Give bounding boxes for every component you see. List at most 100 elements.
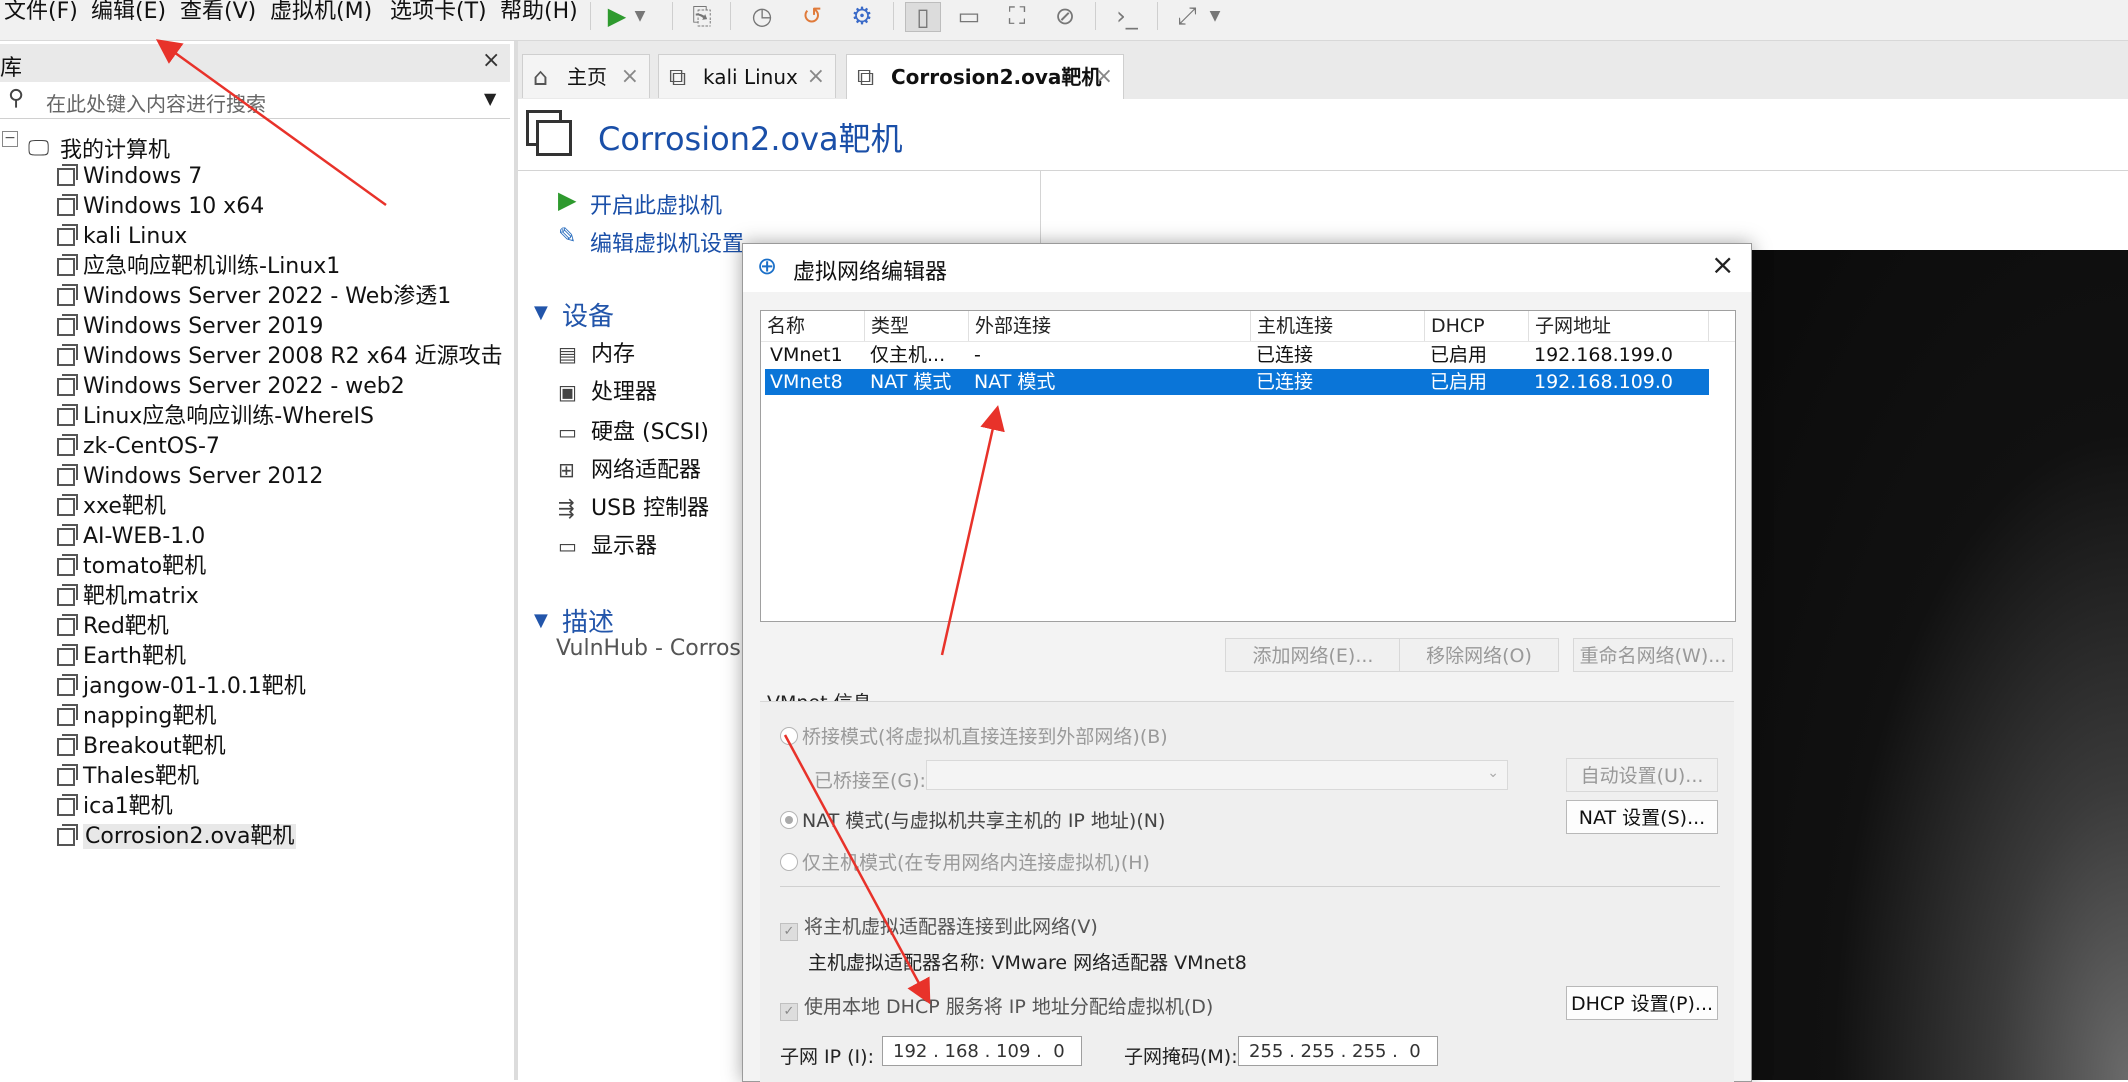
tab-home[interactable]: ⌂ 主页 ×	[522, 54, 650, 98]
nat-radio[interactable]: NAT 模式(与虚拟机共享主机的 IP 地址)(N)	[780, 806, 1165, 833]
tree-item[interactable]: AI-WEB-1.0	[57, 522, 205, 552]
device-usb-controller[interactable]: ⇶ USB 控制器	[558, 490, 709, 522]
snapshot-icon[interactable]: ◷	[745, 2, 779, 30]
tree-item[interactable]: kali Linux	[57, 222, 187, 252]
table-row[interactable]: VMnet1 仅主机... - 已连接 已启用 192.168.199.0	[765, 342, 1709, 368]
tree-item[interactable]: Windows Server 2008 R2 x64 近源攻击	[57, 342, 503, 372]
devices-heading[interactable]: 设备	[562, 296, 614, 333]
tree-item[interactable]: Corrosion2.ova靶机	[57, 822, 297, 852]
search-input[interactable]: 在此处键入内容进行搜索	[46, 88, 266, 117]
menu-view[interactable]: 查看(V)	[180, 0, 256, 24]
library-close-icon[interactable]: ×	[482, 48, 500, 73]
tree-item[interactable]: Windows Server 2022 - Web渗透1	[57, 282, 451, 312]
power-on-link[interactable]: 开启此虚拟机	[590, 188, 722, 220]
tree-item[interactable]: Earth靶机	[57, 642, 186, 672]
dialog-close-icon[interactable]: ×	[1711, 248, 1734, 281]
bridge-radio[interactable]: 桥接模式(将虚拟机直接连接到外部网络)(B)	[780, 722, 1168, 749]
tree-item[interactable]: xxe靶机	[57, 492, 166, 522]
library-search[interactable]: ⚲ 在此处键入内容进行搜索 ▼	[0, 84, 510, 119]
computer-icon: 🖵	[28, 136, 50, 161]
tree-item[interactable]: napping靶机	[57, 702, 216, 732]
snapshot-manager-icon[interactable]: ⚙	[845, 2, 879, 30]
tab-kali-linux[interactable]: ⧉ kali Linux ×	[658, 54, 836, 98]
thumbnail-view-icon[interactable]: ▭	[952, 2, 986, 30]
revert-snapshot-icon[interactable]: ↺	[795, 2, 829, 30]
tree-item[interactable]: jangow-01-1.0.1靶机	[57, 672, 306, 702]
rename-network-button[interactable]: 重命名网络(W)...	[1573, 638, 1733, 672]
add-network-button[interactable]: 添加网络(E)...	[1225, 638, 1401, 672]
nat-settings-button[interactable]: NAT 设置(S)...	[1566, 800, 1718, 834]
remove-network-button[interactable]: 移除网络(O)	[1399, 638, 1559, 672]
device-memory[interactable]: ▤ 内存	[558, 336, 635, 368]
tab-close-icon[interactable]: ×	[1095, 55, 1113, 99]
description-heading[interactable]: 描述	[562, 602, 614, 639]
tree-item[interactable]: zk-CentOS-7	[57, 432, 220, 462]
device-hard-disk[interactable]: ▭ 硬盘 (SCSI)	[558, 414, 709, 446]
cell-host: 已连接	[1256, 371, 1314, 393]
tree-item[interactable]: Red靶机	[57, 612, 169, 642]
menu-file[interactable]: 文件(F)	[4, 0, 78, 24]
menu-edit[interactable]: 编辑(E)	[91, 0, 166, 24]
dhcp-settings-button[interactable]: DHCP 设置(P)...	[1566, 986, 1718, 1020]
device-display[interactable]: ▭ 显示器	[558, 528, 657, 560]
edit-settings-link[interactable]: 编辑虚拟机设置	[590, 226, 744, 258]
col-host[interactable]: 主机连接	[1251, 311, 1425, 341]
tree-item[interactable]: 应急响应靶机训练-Linux1	[57, 252, 340, 282]
tree-item[interactable]: tomato靶机	[57, 552, 206, 582]
col-dhcp[interactable]: DHCP	[1425, 311, 1529, 341]
tree-item[interactable]: Thales靶机	[57, 762, 199, 792]
tree-item-label: Earth靶机	[83, 644, 186, 669]
vm-screen-preview[interactable]	[1750, 250, 2128, 1080]
unity-icon[interactable]: ⊘	[1048, 2, 1082, 30]
tree-item[interactable]: Linux应急响应训练-WhereIS	[57, 402, 374, 432]
menu-tabs[interactable]: 选项卡(T)	[390, 0, 487, 24]
edit-settings-icon[interactable]: ✎	[558, 224, 576, 249]
auto-settings-button[interactable]: 自动设置(U)...	[1566, 758, 1718, 792]
menu-vm[interactable]: 虚拟机(M)	[270, 0, 372, 24]
fullscreen-icon[interactable]: ⛶	[1000, 2, 1034, 30]
bridge-adapter-select[interactable]: ⌄	[926, 760, 1508, 790]
tree-item[interactable]: Windows 7	[57, 162, 202, 192]
table-row-selected[interactable]: VMnet8 NAT 模式 NAT 模式 已连接 已启用 192.168.109…	[765, 369, 1709, 395]
send-keys-icon[interactable]: ⎘	[685, 2, 719, 30]
stretch-icon[interactable]: ⤢	[1170, 2, 1204, 30]
hostonly-radio[interactable]: 仅主机模式(在专用网络内连接虚拟机)(H)	[780, 848, 1150, 875]
devices-expand-icon[interactable]: ▼	[534, 302, 548, 323]
col-external[interactable]: 外部连接	[969, 311, 1251, 341]
vm-icon	[57, 584, 78, 606]
device-network-adapter[interactable]: ⊞ 网络适配器	[558, 452, 701, 484]
sidebar-view-icon[interactable]: ▯	[905, 2, 941, 32]
console-icon[interactable]: ›_	[1110, 2, 1144, 30]
col-subnet[interactable]: 子网地址	[1529, 311, 1709, 341]
col-name[interactable]: 名称	[761, 311, 865, 341]
menu-help[interactable]: 帮助(H)	[500, 0, 578, 24]
tree-item[interactable]: Windows Server 2019	[57, 312, 323, 342]
play-icon[interactable]: ▶	[600, 2, 634, 30]
vm-icon	[57, 224, 78, 246]
subnet-mask-field[interactable]: 255 . 255 . 255 . 0	[1238, 1036, 1438, 1066]
description-expand-icon[interactable]: ▼	[534, 610, 548, 631]
tree-root[interactable]: 我的计算机	[60, 132, 170, 164]
device-processor[interactable]: ▣ 处理器	[558, 374, 657, 406]
collapse-icon[interactable]: −	[2, 131, 18, 147]
stretch-dropdown-icon[interactable]: ▼	[1205, 2, 1225, 30]
col-type[interactable]: 类型	[865, 311, 969, 341]
connect-adapter-checkbox[interactable]: ✓ 将主机虚拟适配器连接到此网络(V)	[780, 912, 1098, 941]
tree-item[interactable]: 靶机matrix	[57, 582, 199, 612]
tree-item[interactable]: Breakout靶机	[57, 732, 226, 762]
tab-close-icon[interactable]: ×	[807, 55, 825, 99]
tree-item[interactable]: ica1靶机	[57, 792, 173, 822]
dhcp-checkbox[interactable]: ✓ 使用本地 DHCP 服务将 IP 地址分配给虚拟机(D)	[780, 992, 1213, 1021]
tree-item[interactable]: Windows 10 x64	[57, 192, 264, 222]
play-dropdown-icon[interactable]: ▼	[630, 2, 650, 30]
network-list[interactable]: 名称 类型 外部连接 主机连接 DHCP 子网地址 VMnet1 仅主机... …	[760, 310, 1736, 622]
tab-close-icon[interactable]: ×	[621, 55, 639, 99]
power-on-icon[interactable]: ▶	[558, 186, 576, 214]
tree-item[interactable]: Windows Server 2022 - web2	[57, 372, 405, 402]
tree-item[interactable]: Windows Server 2012	[57, 462, 323, 492]
subnet-ip-field[interactable]: 192 . 168 . 109 . 0	[882, 1036, 1082, 1066]
search-dropdown-icon[interactable]: ▼	[484, 89, 496, 108]
vm-title: Corrosion2.ova靶机	[598, 120, 903, 158]
tree-item-label: Windows 7	[83, 164, 203, 189]
tab-corrosion2[interactable]: ⧉ Corrosion2.ova靶机 ×	[846, 54, 1124, 100]
